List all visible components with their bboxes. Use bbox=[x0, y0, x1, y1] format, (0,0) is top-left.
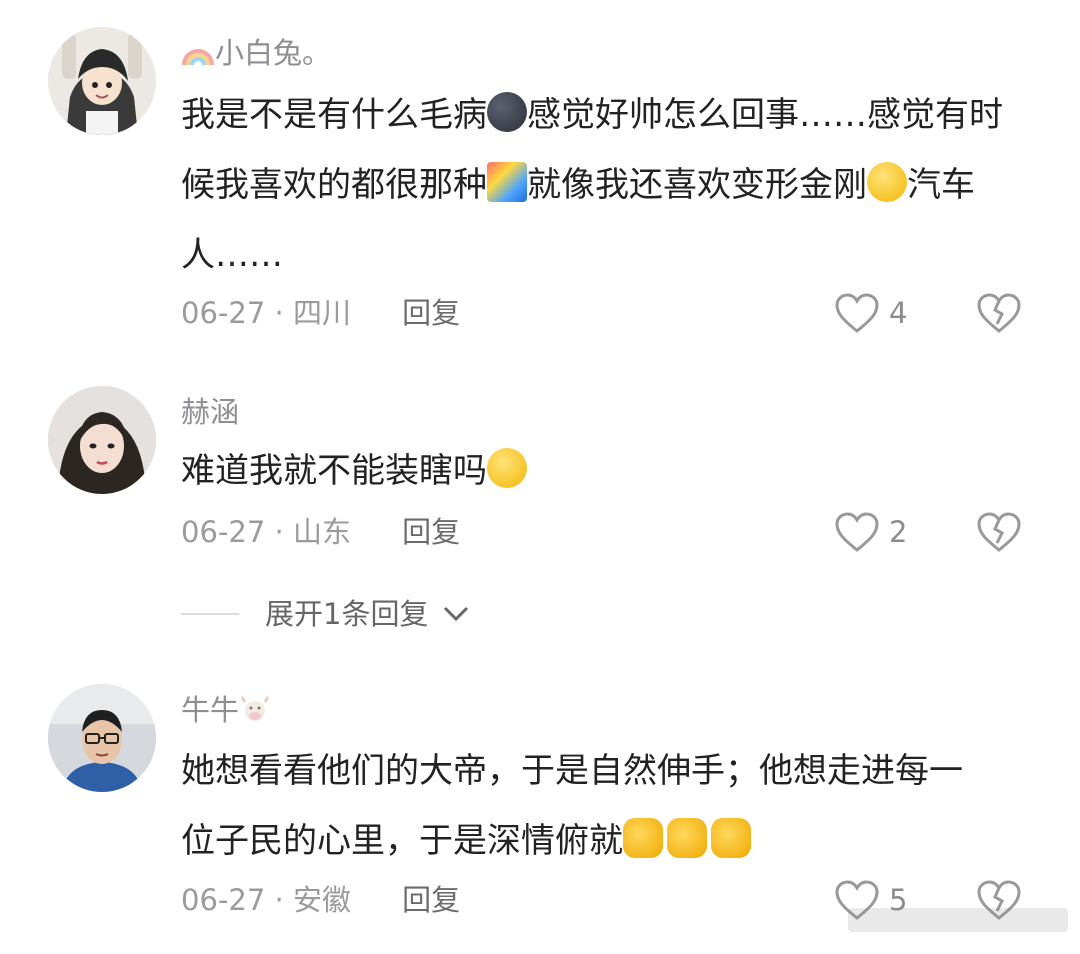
broken-heart-icon[interactable] bbox=[976, 511, 1022, 553]
rainbow-icon bbox=[181, 37, 215, 67]
rolling-laugh-emoji-icon bbox=[487, 448, 527, 488]
broken-heart-icon[interactable] bbox=[976, 292, 1022, 334]
comment-location: 山东 bbox=[292, 515, 351, 549]
avatar[interactable] bbox=[48, 386, 156, 494]
comment-location: 安徽 bbox=[292, 883, 351, 917]
expand-replies-label: 展开1条回复 bbox=[265, 597, 429, 631]
username[interactable]: 牛牛 bbox=[181, 690, 271, 730]
clapping-hands-emoji-icon bbox=[667, 818, 707, 858]
chevron-down-icon bbox=[443, 606, 469, 622]
divider bbox=[181, 613, 239, 615]
meta-separator: · bbox=[274, 296, 284, 330]
comment-date: 06-27 bbox=[181, 515, 266, 549]
comment-meta: 06-27 · 山东 回复 bbox=[181, 512, 460, 552]
username[interactable]: 小白兔。 bbox=[181, 33, 331, 73]
reply-button[interactable]: 回复 bbox=[402, 515, 460, 549]
meta-separator: · bbox=[274, 883, 284, 917]
comment-text: 难道我就不能装瞎吗 bbox=[181, 436, 1041, 506]
meta-separator: · bbox=[274, 515, 284, 549]
smile-emoji-icon bbox=[867, 162, 907, 202]
heart-icon[interactable] bbox=[834, 292, 880, 334]
like-count: 4 bbox=[889, 296, 908, 330]
heart-icon[interactable] bbox=[834, 511, 880, 553]
comment-date: 06-27 bbox=[181, 883, 266, 917]
comment-text: 她想看看他们的大帝，于是自然伸手；他想走进每一 位子民的心里，于是深情俯就 bbox=[181, 751, 963, 861]
watermark bbox=[848, 902, 1068, 938]
avatar[interactable] bbox=[48, 27, 156, 135]
comment-text: 我是不是有什么毛病感觉好帅怎么回事……感觉有时 候我喜欢的都很那种难道我就不能装… bbox=[181, 80, 1041, 290]
clapping-hands-emoji-icon bbox=[711, 818, 751, 858]
comment-meta: 06-27 · 四川 回复 bbox=[181, 293, 460, 333]
reply-button[interactable]: 回复 bbox=[402, 296, 460, 330]
username[interactable]: 赫涵 bbox=[181, 392, 239, 432]
comment-meta: 06-27 · 安徽 回复 bbox=[181, 880, 460, 920]
reply-button[interactable]: 回复 bbox=[402, 883, 460, 917]
comment-date: 06-27 bbox=[181, 296, 266, 330]
avatar[interactable] bbox=[48, 684, 156, 792]
rainbow-emoji-icon bbox=[487, 162, 527, 202]
like-count: 2 bbox=[889, 515, 908, 549]
comment-location: 四川 bbox=[292, 296, 351, 330]
cow-icon bbox=[239, 694, 271, 724]
clapping-hands-emoji-icon bbox=[623, 818, 663, 858]
dark-moon-emoji-icon bbox=[487, 92, 527, 132]
